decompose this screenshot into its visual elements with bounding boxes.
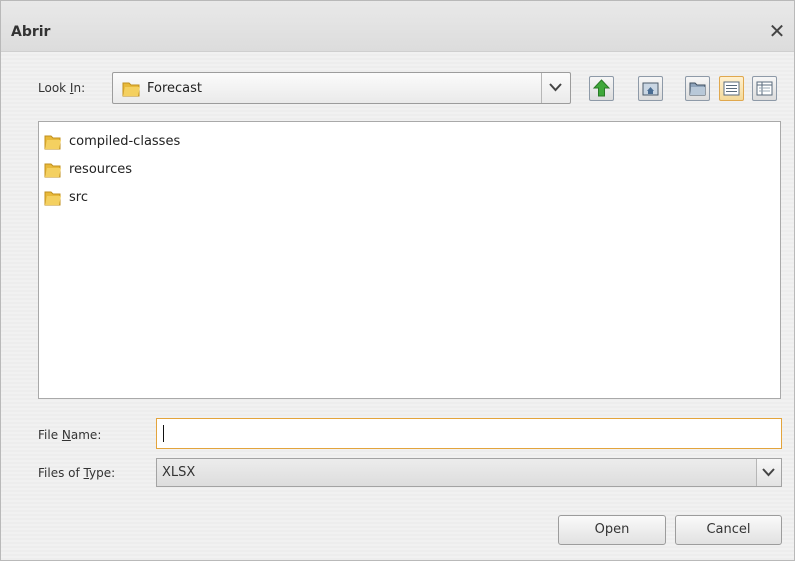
close-icon[interactable]: ✕ xyxy=(766,20,788,42)
list-view-icon xyxy=(723,81,740,96)
details-view-button[interactable] xyxy=(752,76,777,101)
list-view-button[interactable] xyxy=(719,76,744,101)
file-type-dropdown[interactable]: XLSX xyxy=(156,458,782,487)
file-list[interactable]: compiled-classes resources src xyxy=(38,121,781,399)
up-one-level-button[interactable] xyxy=(589,76,614,101)
look-in-value: Forecast xyxy=(147,81,203,96)
look-in-dropdown[interactable]: Forecast xyxy=(112,72,571,104)
chevron-down-icon xyxy=(549,83,562,92)
folder-icon xyxy=(44,163,61,178)
folder-icon xyxy=(44,191,61,206)
look-in-dropdown-button[interactable] xyxy=(541,73,570,103)
open-dialog: Abrir ✕ Look In: Forecast compiled-class… xyxy=(0,0,795,561)
file-type-dropdown-button[interactable] xyxy=(756,459,781,486)
chevron-down-icon xyxy=(762,468,775,477)
look-in-label: Look In: xyxy=(38,81,86,95)
folder-icon xyxy=(44,135,61,150)
details-view-icon xyxy=(756,81,773,96)
text-caret xyxy=(163,425,164,442)
file-name: src xyxy=(69,190,88,205)
up-folder-icon xyxy=(592,79,611,97)
open-button[interactable]: Open xyxy=(558,515,666,545)
folder-icon xyxy=(122,82,140,97)
file-type-value: XLSX xyxy=(162,465,196,480)
home-folder-icon xyxy=(642,82,659,96)
file-name-label: File Name: xyxy=(38,428,102,442)
file-name-input[interactable] xyxy=(156,418,782,449)
file-name: compiled-classes xyxy=(69,134,181,149)
home-button[interactable] xyxy=(638,76,663,101)
cancel-button[interactable]: Cancel xyxy=(675,515,782,545)
file-name: resources xyxy=(69,162,133,177)
new-folder-icon xyxy=(689,82,706,96)
dialog-title: Abrir xyxy=(11,24,51,40)
title-bar[interactable]: Abrir ✕ xyxy=(1,1,794,52)
file-type-label: Files of Type: xyxy=(38,466,116,480)
new-folder-button[interactable] xyxy=(685,76,710,101)
